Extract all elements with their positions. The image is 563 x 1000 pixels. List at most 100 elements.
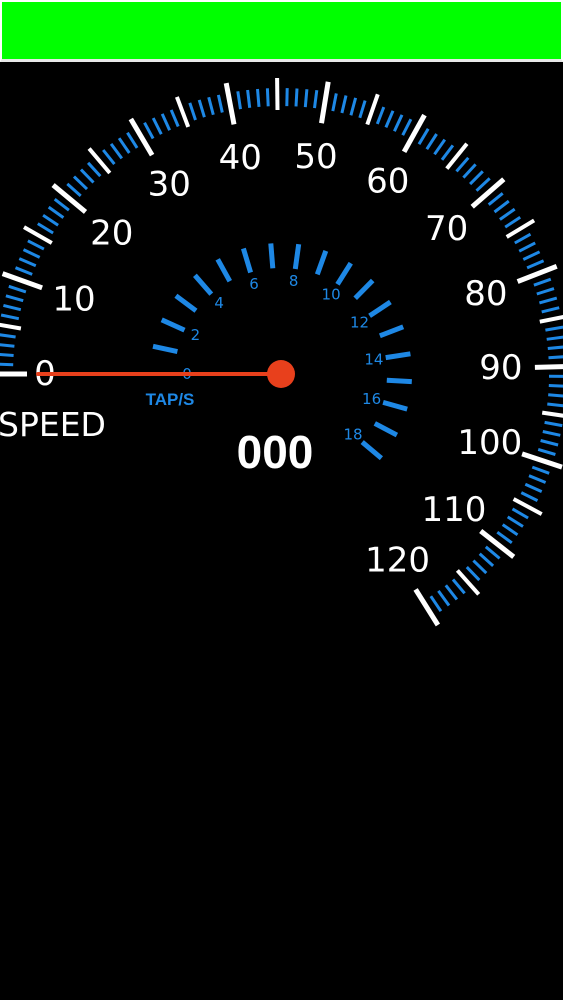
inner-tick (335, 261, 353, 286)
inner-tick (360, 440, 384, 461)
inner-tick (378, 324, 405, 339)
minor-tick (514, 232, 532, 245)
minor-tick (53, 198, 70, 212)
minor-tick (547, 402, 563, 408)
major-tick (1, 271, 43, 291)
minor-tick (349, 97, 358, 116)
minor-tick (544, 420, 563, 428)
inner-tick (215, 258, 232, 283)
minor-tick (437, 590, 451, 607)
inner-scale-label: 10 (322, 286, 341, 304)
outer-scale-label: 20 (90, 214, 133, 254)
minor-tick (433, 138, 447, 156)
major-tick (521, 451, 563, 470)
minor-tick (3, 303, 22, 312)
minor-tick (117, 137, 131, 154)
outer-scale-label: 100 (457, 423, 522, 463)
minor-tick (340, 95, 348, 114)
minor-tick (66, 182, 82, 198)
inner-tick (268, 243, 276, 269)
minor-tick (548, 384, 563, 388)
inner-scale-label: 8 (289, 272, 299, 290)
minor-tick (511, 507, 529, 520)
minor-tick (37, 222, 54, 235)
minor-tick (539, 296, 558, 305)
outer-scale-label: 60 (366, 162, 409, 202)
minor-tick (294, 88, 299, 107)
minor-tick (465, 566, 481, 582)
inner-tick (314, 250, 329, 276)
minor-tick (126, 131, 139, 149)
outer-scale-label: 50 (294, 137, 337, 177)
minor-tick (451, 578, 466, 595)
minor-tick (542, 430, 561, 437)
minor-tick (506, 515, 524, 528)
minor-tick (541, 306, 560, 314)
minor-tick (18, 257, 37, 268)
minor-tick (393, 114, 404, 132)
inner-scale-label: 4 (214, 294, 224, 312)
minor-tick (188, 102, 197, 121)
minor-tick (545, 325, 563, 332)
minor-tick (540, 439, 559, 447)
minor-tick (524, 482, 543, 493)
minor-tick (246, 89, 252, 108)
minor-tick (143, 121, 155, 140)
minor-tick (548, 355, 563, 360)
minor-tick (537, 447, 556, 456)
minor-tick (5, 294, 24, 303)
outer-scale-labels: 010203040 5060708090100110120 (34, 137, 522, 581)
outer-scale-label: 120 (365, 541, 430, 581)
major-tick (51, 183, 88, 214)
minor-tick (236, 91, 242, 110)
minor-tick (303, 89, 309, 108)
outer-scale-label: 70 (425, 209, 468, 249)
minor-tick (520, 491, 539, 502)
minor-tick (0, 313, 20, 321)
needle-hub (267, 360, 295, 388)
minor-tick (499, 207, 516, 221)
inner-scale-label: 6 (249, 275, 259, 293)
minor-tick (384, 110, 395, 128)
minor-tick (504, 216, 522, 229)
inner-tick (174, 293, 198, 313)
outer-scale-label: 30 (148, 164, 191, 204)
inner-tick (368, 299, 392, 318)
mid-tick (0, 322, 22, 331)
minor-tick (462, 163, 477, 179)
minor-tick (501, 523, 519, 537)
minor-tick (429, 595, 443, 613)
minor-tick (265, 88, 270, 107)
inner-tick (386, 377, 412, 385)
major-tick (479, 529, 516, 559)
outer-scale-label: 10 (52, 279, 95, 319)
minor-tick (536, 287, 555, 296)
mid-tick (365, 93, 380, 126)
inner-scale-label: 16 (362, 390, 381, 408)
speed-readout[interactable]: 000 (237, 426, 314, 478)
outer-scale-label: 90 (479, 348, 522, 388)
minor-tick (14, 266, 33, 276)
minor-tick (548, 393, 563, 398)
minor-tick (72, 175, 89, 191)
minor-tick (496, 530, 513, 545)
mid-tick (541, 410, 563, 418)
inner-tick (152, 343, 178, 355)
minor-tick (547, 345, 563, 350)
minor-tick (546, 335, 563, 341)
mid-tick (175, 96, 191, 128)
major-tick (413, 588, 441, 627)
inner-tick (160, 317, 186, 333)
minor-tick (47, 205, 65, 219)
inner-tick (382, 399, 408, 412)
inner-scale-labels: 024681012141618 (182, 272, 383, 444)
minor-tick (533, 277, 552, 287)
minor-tick (475, 177, 491, 192)
speed-label: SPEED (0, 405, 106, 444)
minor-tick (526, 259, 545, 270)
minor-tick (487, 192, 504, 206)
minor-tick (440, 144, 455, 161)
minor-tick (0, 343, 15, 348)
inner-scale-label: 14 (364, 351, 383, 369)
minor-tick (22, 248, 41, 259)
